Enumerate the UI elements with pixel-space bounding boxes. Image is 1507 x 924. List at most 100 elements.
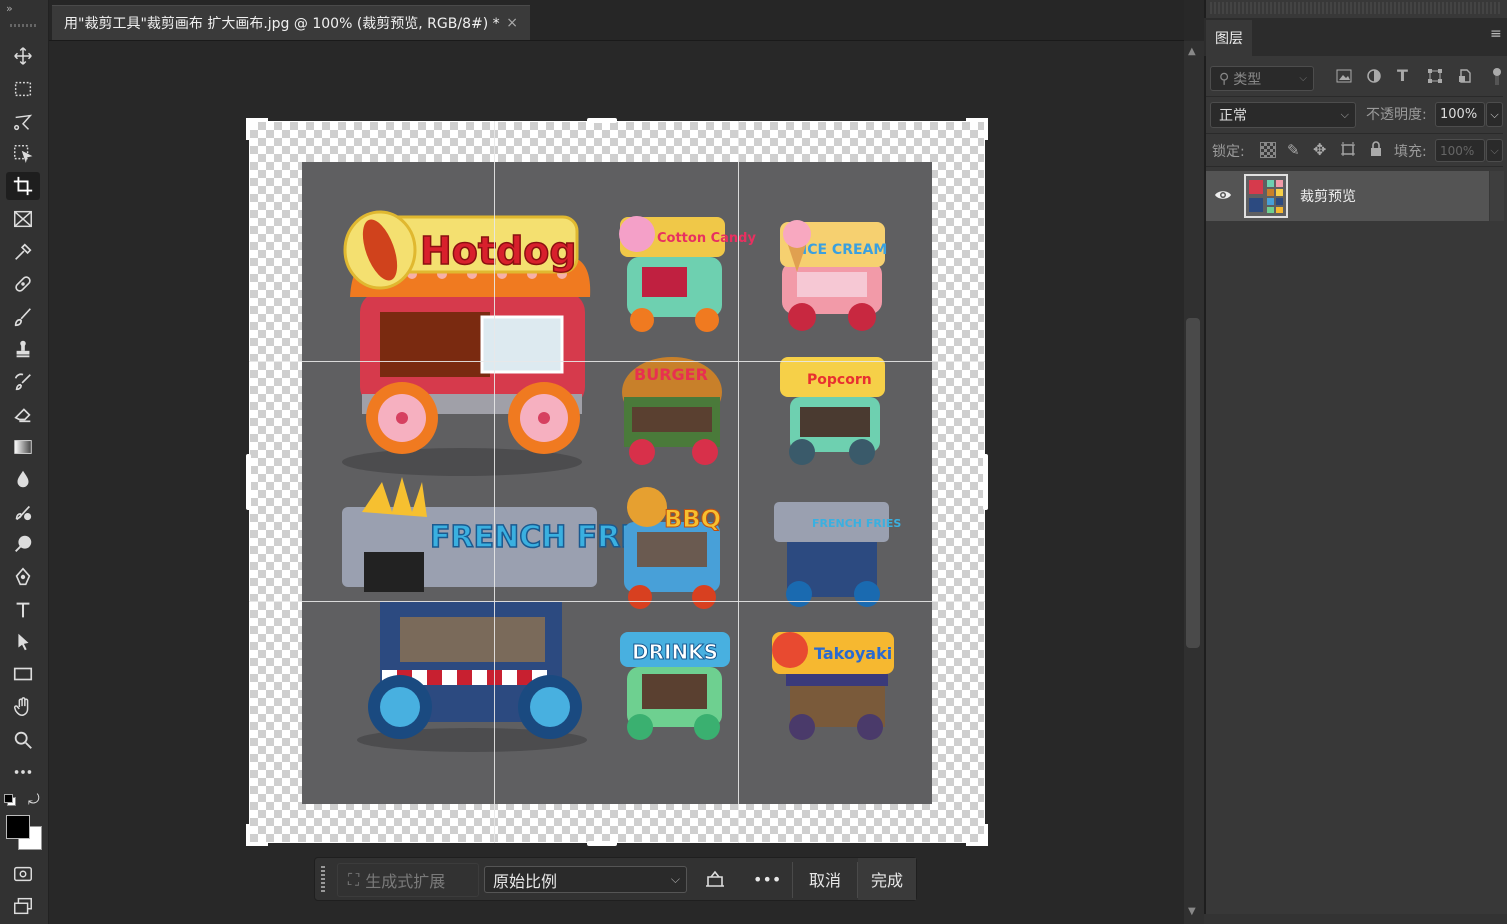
aspect-ratio-select[interactable]: 原始比例 ⌵ (484, 866, 687, 893)
more-tools-icon[interactable] (6, 758, 40, 786)
eye-icon[interactable] (1214, 186, 1232, 204)
screen-mode-icon[interactable] (6, 892, 40, 920)
eraser-tool-icon[interactable] (6, 400, 40, 428)
panel-grip[interactable] (1210, 2, 1500, 14)
lock-position-icon[interactable]: ✥ (1313, 140, 1326, 159)
blur-tool-icon[interactable] (6, 465, 40, 493)
layer-row[interactable]: 裁剪预览 (1206, 171, 1489, 221)
fill-input[interactable]: 100% (1435, 139, 1485, 162)
crop-handle-bottom-right[interactable] (966, 824, 988, 846)
scroll-down-icon[interactable]: ▼ (1188, 906, 1196, 917)
options-bar-grip[interactable] (321, 866, 325, 894)
divider (1206, 96, 1503, 97)
eyedropper-tool-icon[interactable] (6, 238, 40, 266)
gradient-tool-icon[interactable] (6, 433, 40, 461)
crop-handle-top-left[interactable] (246, 118, 268, 140)
burn-tool-icon[interactable] (6, 530, 40, 558)
toolbar-collapse-button[interactable]: » (6, 2, 13, 15)
frame-tool-icon[interactable] (6, 205, 40, 233)
lock-transparent-icon[interactable] (1260, 142, 1276, 158)
chevron-down-icon: ⌵ (1299, 73, 1307, 84)
ice-cream-sign-text: ICE CREAM (802, 242, 887, 258)
toolbar-grip[interactable] (10, 24, 38, 27)
popcorn-cart: Popcorn (780, 357, 885, 465)
bbq-sign-text: BBQ (664, 505, 721, 533)
crop-handle-top-right[interactable] (966, 118, 988, 140)
chevron-down-icon: ⌵ (1340, 108, 1349, 121)
brush-tool-icon[interactable] (6, 303, 40, 331)
pen-tool-icon[interactable] (6, 563, 40, 591)
image-content[interactable]: Hotdog Cotton Candy ICE CREAM BURGER Pop… (302, 162, 932, 804)
healing-tool-icon[interactable] (6, 270, 40, 298)
lasso-tool-icon[interactable] (6, 108, 40, 136)
bbq-cart: BBQ (624, 487, 722, 609)
dodge-tool-icon[interactable] (6, 498, 40, 526)
type-tool-icon[interactable] (6, 596, 40, 624)
lock-label: 锁定: (1212, 144, 1245, 160)
opacity-dropdown-icon[interactable]: ⌵ (1486, 102, 1503, 127)
generative-expand-icon: ⛶ (348, 870, 360, 889)
french-fries-small-sign-text: FRENCH FRIES (812, 517, 901, 530)
filter-pixel-icon[interactable] (1336, 68, 1352, 84)
fill-dropdown-icon[interactable]: ⌵ (1486, 139, 1503, 162)
close-tab-icon[interactable]: × (506, 15, 518, 31)
filter-adjustment-icon[interactable] (1366, 68, 1382, 84)
filter-smart-object-icon[interactable] (1457, 68, 1473, 84)
path-select-tool-icon[interactable] (6, 628, 40, 656)
history-brush-tool-icon[interactable] (6, 368, 40, 396)
straighten-icon (706, 870, 724, 887)
crop-handle-right[interactable] (983, 454, 988, 510)
rectangle-tool-icon[interactable] (6, 660, 40, 688)
crop-handle-bottom[interactable] (587, 841, 617, 846)
straighten-button[interactable] (703, 858, 727, 900)
generative-expand-button[interactable]: ⛶ 生成式扩展 (337, 863, 479, 897)
lock-pixels-icon[interactable]: ✎ (1287, 141, 1300, 159)
drinks-sign-text: DRINKS (632, 640, 718, 664)
takoyaki-cart: Takoyaki (772, 632, 894, 740)
stamp-tool-icon[interactable] (6, 335, 40, 363)
more-options-button[interactable]: ••• (753, 858, 781, 900)
crop-tool-icon[interactable] (6, 172, 40, 200)
hotdog-sign-text: Hotdog (420, 229, 577, 273)
filter-toggle-icon[interactable] (1490, 66, 1504, 86)
foreground-color-swatch[interactable] (6, 815, 30, 839)
layer-filter-select[interactable]: ⚲ 类型 ⌵ (1210, 66, 1314, 91)
divider (1206, 133, 1503, 134)
opacity-label: 不透明度: (1366, 107, 1427, 123)
cancel-button[interactable]: 取消 (809, 858, 841, 900)
blend-mode-select[interactable]: 正常 ⌵ (1210, 102, 1356, 128)
marquee-tool-icon[interactable] (6, 75, 40, 103)
crop-handle-left[interactable] (246, 454, 251, 510)
hotdog-cart: Hotdog (342, 210, 591, 476)
move-tool-icon[interactable] (6, 42, 40, 70)
crop-handle-bottom-left[interactable] (246, 824, 268, 846)
document-title: 用"裁剪工具"裁剪画布 扩大画布.jpg @ 100% (裁剪预览, RGB/8… (64, 16, 500, 32)
tab-layers[interactable]: 图层 (1206, 20, 1252, 56)
burger-cart: BURGER (622, 357, 722, 465)
layers-scrollbar[interactable] (1490, 171, 1504, 221)
hand-tool-icon[interactable] (6, 693, 40, 721)
cotton-candy-sign-text: Cotton Candy (657, 231, 756, 246)
scroll-up-icon[interactable]: ▲ (1188, 46, 1196, 57)
done-button[interactable]: 完成 (858, 858, 916, 900)
cotton-candy-cart: Cotton Candy (619, 216, 756, 332)
lock-all-icon[interactable] (1369, 141, 1383, 157)
object-select-tool-icon[interactable] (6, 140, 40, 168)
divider (1206, 166, 1503, 167)
default-colors-icon[interactable] (4, 794, 16, 806)
panel-menu-icon[interactable]: ≡ (1490, 26, 1502, 42)
crop-handle-top[interactable] (587, 118, 617, 123)
layer-thumbnail[interactable] (1244, 174, 1288, 218)
opacity-input[interactable]: 100% (1435, 102, 1485, 127)
crop-grid-line (249, 361, 985, 362)
filter-shape-icon[interactable] (1427, 68, 1443, 84)
lock-artboard-icon[interactable] (1340, 141, 1356, 157)
zoom-tool-icon[interactable] (6, 726, 40, 754)
filter-type-icon[interactable]: T (1397, 66, 1408, 85)
takoyaki-sign-text: Takoyaki (814, 644, 892, 663)
quick-mask-icon[interactable] (6, 860, 40, 888)
scrollbar-thumb[interactable] (1186, 318, 1200, 648)
document-tab[interactable]: 用"裁剪工具"裁剪画布 扩大画布.jpg @ 100% (裁剪预览, RGB/8… (52, 5, 530, 40)
crop-grid-line (249, 601, 985, 602)
swap-colors-icon[interactable]: ⤾ (28, 792, 40, 808)
